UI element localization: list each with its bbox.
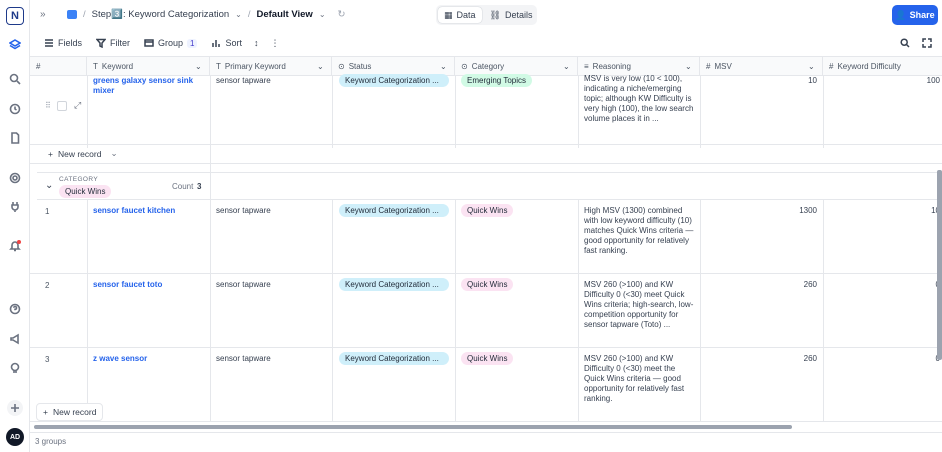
row-height-button[interactable]: ↕ bbox=[250, 34, 263, 52]
breadcrumb-view[interactable]: Default View bbox=[257, 9, 313, 20]
cell-keyword[interactable]: sensor faucet kitchen bbox=[93, 206, 205, 216]
category-badge[interactable]: Quick Wins bbox=[461, 352, 514, 365]
layers-icon[interactable] bbox=[7, 37, 23, 53]
cell-primary-keyword[interactable]: sensor tapware bbox=[216, 280, 326, 290]
cell-reasoning[interactable]: High MSV (1300) combined with low keywor… bbox=[584, 206, 696, 268]
cell-kd[interactable]: 0 bbox=[829, 354, 940, 364]
cell-reasoning[interactable]: MSV 260 (>100) and KW Difficulty 0 (<30)… bbox=[584, 280, 696, 342]
megaphone-icon[interactable] bbox=[7, 331, 23, 347]
help-icon[interactable] bbox=[7, 301, 23, 317]
expand-icon bbox=[922, 38, 932, 48]
cell-kd[interactable]: 0 bbox=[829, 280, 940, 290]
cell-keyword[interactable]: sensor faucet toto bbox=[93, 280, 205, 290]
expand-sidebar-icon[interactable]: » bbox=[40, 9, 46, 20]
document-icon[interactable] bbox=[7, 130, 23, 146]
group-icon bbox=[144, 39, 154, 47]
category-badge[interactable]: Quick Wins bbox=[461, 278, 514, 291]
cell-kd[interactable]: 10 bbox=[829, 206, 940, 216]
community-icon[interactable] bbox=[7, 360, 23, 376]
top-bar: » / Step3️⃣: Keyword Categorization ⌄ / … bbox=[30, 0, 942, 30]
cell-msv[interactable]: 260 bbox=[706, 354, 817, 364]
search-icon[interactable] bbox=[7, 71, 23, 87]
cell-msv[interactable]: 1300 bbox=[706, 206, 817, 216]
people-icon: 👤 bbox=[895, 9, 907, 20]
footer-status: 3 groups bbox=[30, 432, 942, 452]
status-badge[interactable]: Keyword Categorization ... bbox=[339, 352, 449, 365]
row-number: 2 bbox=[45, 281, 50, 290]
app-logo[interactable]: N bbox=[6, 7, 24, 25]
avatar[interactable]: AD bbox=[6, 428, 24, 446]
details-icon: ⛓ bbox=[489, 9, 501, 20]
fields-button[interactable]: Fields bbox=[40, 34, 86, 52]
breadcrumb-table[interactable]: Step3️⃣: Keyword Categorization bbox=[92, 9, 230, 20]
status-badge[interactable]: Keyword Categorization ... bbox=[339, 204, 449, 217]
group-button[interactable]: Group 1 bbox=[140, 34, 201, 52]
horizontal-scrollbar[interactable] bbox=[34, 425, 792, 429]
row-height-icon: ↕ bbox=[254, 38, 259, 48]
clock-icon[interactable] bbox=[7, 101, 23, 117]
share-button[interactable]: 👤 Share bbox=[892, 5, 938, 25]
fullscreen-button[interactable] bbox=[918, 34, 936, 52]
more-vertical-icon: ⋮ bbox=[270, 37, 280, 48]
new-record-button[interactable]: + New record bbox=[36, 403, 104, 421]
view-mode-toggle: ▦ Data ⛓ Details bbox=[436, 5, 537, 25]
chevron-down-icon[interactable]: ⌄ bbox=[235, 10, 242, 19]
refresh-icon[interactable]: ↻ bbox=[338, 9, 346, 20]
row-number: 1 bbox=[45, 207, 50, 216]
cell-primary-keyword[interactable]: sensor tapware bbox=[216, 206, 326, 216]
sort-button[interactable]: Sort bbox=[207, 34, 246, 52]
breadcrumb-sep: / bbox=[83, 9, 86, 20]
left-rail: N AD bbox=[0, 0, 30, 452]
filter-button[interactable]: Filter bbox=[92, 34, 134, 52]
cell-msv[interactable]: 260 bbox=[706, 280, 817, 290]
cell-reasoning[interactable]: MSV 260 (>100) and KW Difficulty 0 (<30)… bbox=[584, 354, 696, 416]
tab-details[interactable]: ⛓ Details bbox=[484, 7, 539, 23]
breadcrumb-sep: / bbox=[247, 9, 251, 20]
category-badge[interactable]: Quick Wins bbox=[461, 204, 514, 217]
plug-icon[interactable] bbox=[7, 199, 23, 215]
search-icon bbox=[900, 38, 910, 48]
vertical-scrollbar[interactable] bbox=[937, 170, 942, 360]
base-icon bbox=[67, 10, 77, 19]
toolbar: Fields Filter Group 1 Sort ↕ ⋮ bbox=[30, 30, 942, 57]
bell-icon[interactable] bbox=[7, 238, 23, 254]
group-count-badge: 1 bbox=[187, 38, 198, 48]
tab-data[interactable]: ▦ Data bbox=[438, 7, 482, 23]
cell-keyword[interactable]: z wave sensor bbox=[93, 354, 205, 364]
filter-icon bbox=[96, 38, 107, 48]
sort-icon bbox=[212, 40, 221, 47]
add-icon[interactable] bbox=[7, 400, 23, 416]
status-badge[interactable]: Keyword Categorization ... bbox=[339, 278, 449, 291]
chevron-down-icon[interactable]: ⌄ bbox=[319, 10, 326, 19]
list-icon bbox=[45, 39, 53, 47]
grid-icon: ▦ bbox=[444, 9, 453, 20]
row-number: 3 bbox=[45, 355, 50, 364]
gear-icon[interactable] bbox=[7, 170, 23, 186]
search-button[interactable] bbox=[896, 34, 914, 52]
more-options-button[interactable]: ⋮ bbox=[267, 34, 284, 52]
plus-icon: + bbox=[43, 407, 48, 417]
cell-primary-keyword[interactable]: sensor tapware bbox=[216, 354, 326, 364]
